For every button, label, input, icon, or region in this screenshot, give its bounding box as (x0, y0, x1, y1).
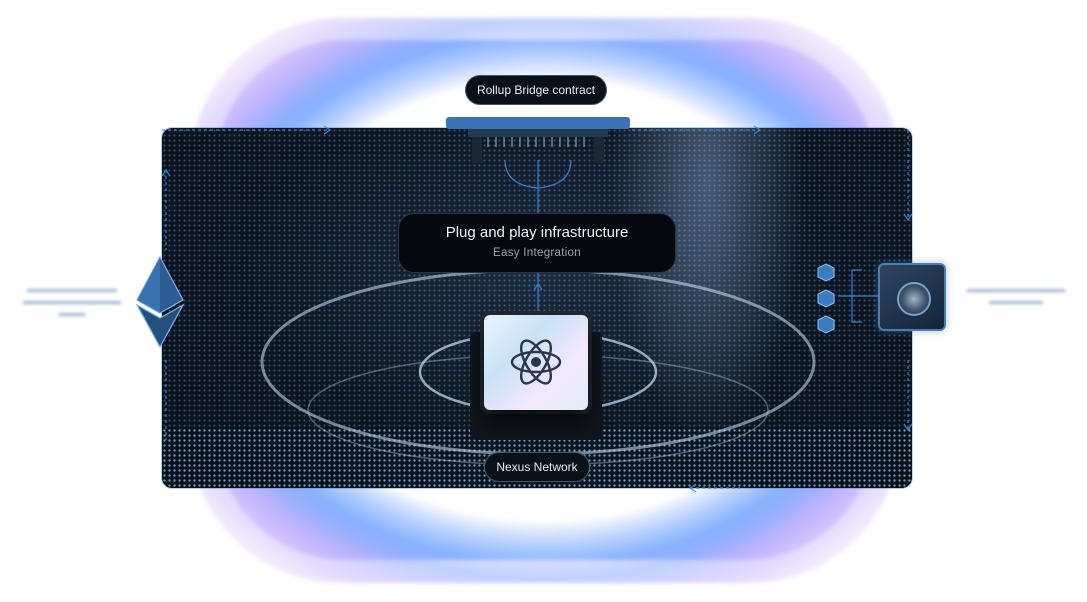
subheadline: Easy Integration (493, 247, 581, 259)
headline: Plug and play infrastructure (445, 224, 629, 241)
vault-icon (878, 263, 946, 331)
infrastructure-callout: Plug and play infrastructure Easy Integr… (398, 213, 676, 273)
ethereum-icon (135, 255, 185, 349)
nexus-network-label: Nexus Network (484, 452, 590, 482)
bridge-contract-label: Rollup Bridge contract (465, 75, 607, 105)
block-cubes-icon (817, 263, 835, 334)
vault-dial (897, 282, 931, 316)
left-blurred-text: ▬▬▬▬▬▬▬▬▬▬ ▬▬▬▬▬▬▬▬▬▬▬ ▬▬▬ (22, 284, 122, 318)
bridge-contract-icon (446, 117, 630, 163)
right-blurred-text: ▬▬▬▬▬▬▬▬▬▬▬ ▬▬▬▬▬▬ (966, 284, 1066, 306)
nexus-logo-icon (510, 339, 562, 385)
nexus-chip-icon (484, 315, 588, 410)
